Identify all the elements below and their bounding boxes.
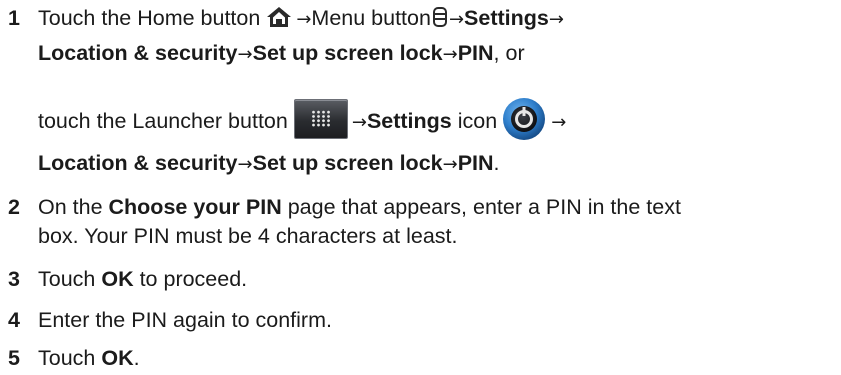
arrow: → — [442, 154, 458, 175]
step-4-line: Enter the PIN again to confirm. — [38, 305, 332, 335]
screen-lock-label: Set up screen lock — [252, 41, 443, 65]
step-1-line-3: touch the Launcher button→Settings icon — [38, 98, 566, 146]
step-3-line: Touch OK to proceed. — [38, 264, 247, 294]
step-number: 2 — [8, 195, 20, 219]
home-icon — [267, 7, 292, 28]
step-text: to proceed. — [133, 267, 248, 291]
menu-icon — [432, 7, 447, 28]
arrow: → — [237, 154, 253, 175]
choose-pin-label: Choose your PIN — [108, 195, 282, 219]
pin-label: PIN — [457, 41, 494, 65]
step-text: icon — [451, 109, 498, 133]
settings-label: Settings — [366, 109, 452, 133]
location-security-label: Location & security — [38, 151, 238, 175]
settings-gear-icon — [503, 98, 546, 141]
step-1-line-2: Location & security→Set up screen lock→P… — [38, 38, 525, 70]
location-security-label: Location & security — [38, 41, 238, 65]
step-text: Enter the PIN again to confirm. — [38, 308, 332, 332]
step-number: 1 — [8, 6, 20, 30]
arrow: → — [296, 9, 312, 30]
step-text: . — [133, 346, 140, 370]
step-text: . — [493, 151, 500, 175]
step-text: Touch the Home button — [38, 6, 261, 30]
arrow: → — [448, 9, 465, 30]
step-number: 5 — [8, 346, 20, 370]
step-2-line-2: box. Your PIN must be 4 characters at le… — [38, 221, 457, 251]
step-1-line-1: Touch the Home button →Menu button →Sett… — [38, 3, 564, 35]
ok-label: OK — [101, 267, 134, 291]
step-text: touch the Launcher button — [38, 109, 288, 133]
step-number: 3 — [8, 267, 20, 291]
step-text: , or — [493, 41, 525, 65]
step-text: Touch — [38, 346, 102, 370]
step-text: Menu button — [311, 6, 431, 30]
step-5-line: Touch OK. — [38, 343, 140, 373]
settings-label: Settings — [464, 6, 549, 30]
step-text: On the — [38, 195, 109, 219]
arrow: → — [548, 9, 564, 30]
step-number: 4 — [8, 308, 20, 332]
arrow: → — [237, 44, 253, 65]
pin-label: PIN — [457, 151, 494, 175]
launcher-grid-icon — [293, 99, 348, 140]
arrow: → — [351, 112, 367, 133]
ok-label: OK — [101, 346, 134, 370]
step-text: page that appears, enter a PIN in the te… — [281, 195, 681, 219]
screen-lock-label: Set up screen lock — [252, 151, 443, 175]
step-2-line-1: On the Choose your PIN page that appears… — [38, 192, 681, 222]
arrow: → — [442, 44, 458, 65]
instruction-document: 1 Touch the Home button →Menu button →Se… — [0, 0, 841, 375]
step-text: box. Your PIN must be 4 characters at le… — [38, 224, 458, 248]
step-text: Touch — [38, 267, 102, 291]
step-1-line-4: Location & security→Set up screen lock→P… — [38, 148, 500, 180]
arrow: → — [551, 112, 567, 133]
grid-dots — [310, 110, 331, 128]
